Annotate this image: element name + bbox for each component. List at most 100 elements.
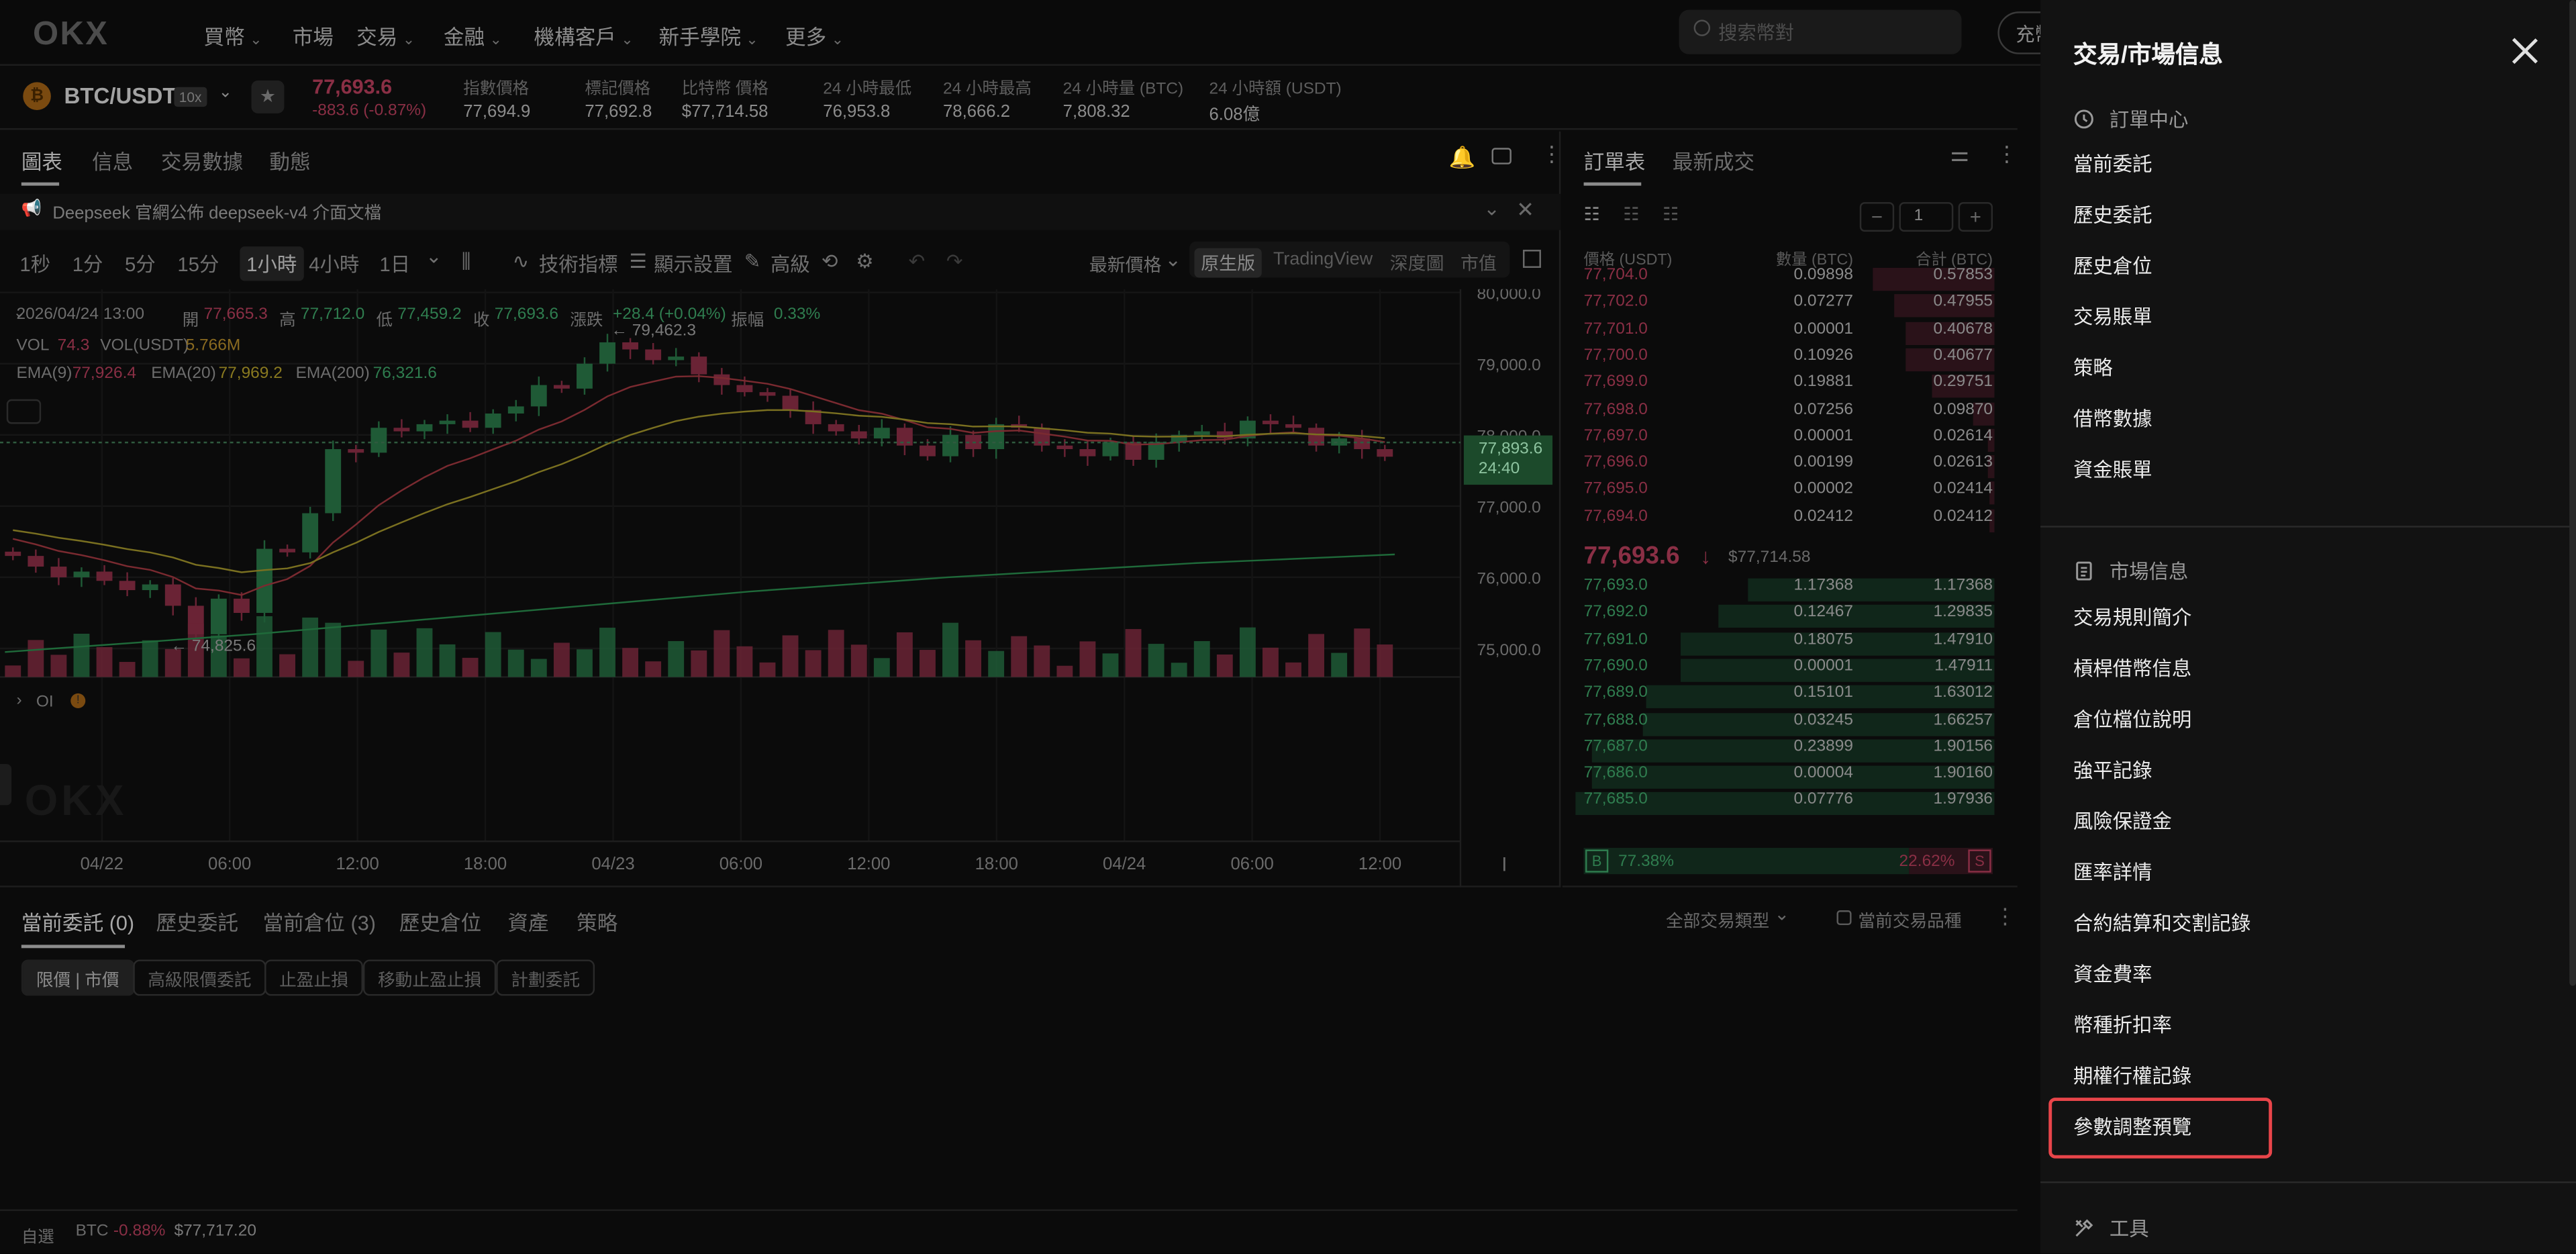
market-info-item-6[interactable]: 合約結算和交割記錄	[2073, 909, 2250, 937]
collapse-button[interactable]	[6, 399, 42, 424]
order-type-chip-0[interactable]: 限價 | 市價	[21, 959, 134, 996]
order-center-item-0[interactable]: 當前委託	[2073, 150, 2152, 178]
market-info-item-4[interactable]: 風險保證金	[2073, 807, 2172, 835]
chevron-down-icon[interactable]: ⌄	[426, 245, 442, 268]
book-row[interactable]: 77,686.0 0.00004 1.90160	[1563, 764, 2018, 791]
book-row[interactable]: 77,694.0 0.02412 0.02412	[1563, 508, 2018, 534]
chevron-down-icon[interactable]: ⌄	[1165, 248, 1181, 271]
order-center-item-3[interactable]: 交易賬單	[2073, 302, 2152, 330]
orders-tab-4[interactable]: 資產	[507, 906, 548, 937]
candle-type-icon[interactable]: ⫼	[462, 250, 471, 275]
market-info-item-1[interactable]: 槓桿借幣信息	[2073, 654, 2191, 682]
undo-icon[interactable]: ↶	[909, 250, 926, 273]
chart-tab-1[interactable]: 信息	[92, 144, 133, 176]
chart-tab-0[interactable]: 圖表	[21, 144, 62, 176]
book-layout-icon-1[interactable]: ☷	[1623, 204, 1639, 225]
book-row[interactable]: 77,704.0 0.09898 0.57853	[1563, 267, 2018, 293]
drawer-scrollbar[interactable]	[2569, 0, 2576, 986]
chart-tab-2[interactable]: 交易數據	[161, 144, 243, 176]
indicators-button[interactable]: 技術指標	[539, 250, 618, 278]
plus-button[interactable]: +	[1958, 202, 1993, 232]
settings-sliders-icon[interactable]: ⚌	[1950, 142, 1969, 168]
order-center-item-6[interactable]: 資金賬單	[2073, 455, 2152, 483]
order-type-chip-1[interactable]: 高級限價委託	[133, 959, 266, 996]
book-tab-1[interactable]: 最新成交	[1673, 144, 1754, 176]
interval-5[interactable]: 4小時	[309, 250, 359, 278]
current-only-checkbox[interactable]	[1836, 910, 1852, 926]
interval-2[interactable]: 5分	[125, 250, 156, 278]
fullscreen-icon[interactable]	[1523, 250, 1541, 268]
book-row[interactable]: 77,700.0 0.10926 0.40677	[1563, 346, 2018, 373]
status-symbol[interactable]: BTC	[76, 1222, 109, 1241]
interval-1[interactable]: 1分	[72, 250, 103, 278]
view-option-3[interactable]: 市值	[1460, 250, 1497, 276]
nav-item-2[interactable]: 交易 ⌄	[356, 19, 415, 51]
market-info-item-8[interactable]: 幣種折扣率	[2073, 1010, 2172, 1039]
book-row[interactable]: 77,689.0 0.15101 1.63012	[1563, 684, 2018, 711]
book-row[interactable]: 77,695.0 0.00002 0.02414	[1563, 481, 2018, 508]
market-info-item-9[interactable]: 期權行權記錄	[2073, 1061, 2191, 1090]
interval-4[interactable]: 1小時	[240, 246, 304, 281]
star-icon[interactable]: ★	[251, 80, 285, 113]
refresh-icon[interactable]: ⟲	[822, 250, 838, 273]
close-icon[interactable]	[2510, 36, 2540, 66]
more-vertical-icon[interactable]: ⋮	[1996, 142, 2018, 168]
nav-item-4[interactable]: 機構客戶 ⌄	[534, 19, 634, 51]
notice-bar[interactable]: 📢 Deepseek 官網公佈 deepseek-v4 介面文檔 ⌄ ✕	[0, 193, 1561, 230]
orders-tab-0[interactable]: 當前委託 (0)	[21, 906, 134, 937]
price-type-select[interactable]: 最新價格	[1089, 251, 1162, 277]
market-info-item-0[interactable]: 交易規則簡介	[2073, 603, 2191, 631]
orders-tab-1[interactable]: 歷史委託	[156, 906, 238, 937]
layout-icon[interactable]	[1491, 148, 1512, 164]
interval-6[interactable]: 1日	[379, 250, 410, 278]
nav-item-6[interactable]: 更多 ⌄	[785, 19, 844, 51]
close-notice-icon[interactable]: ✕	[1516, 197, 1534, 224]
interval-0[interactable]: 1秒	[19, 250, 50, 278]
view-option-2[interactable]: 深度圖	[1390, 250, 1444, 276]
book-row[interactable]: 77,688.0 0.03245 1.66257	[1563, 711, 2018, 738]
book-layout-icon-2[interactable]: ☷	[1663, 204, 1679, 225]
trade-type-filter[interactable]: 全部交易類型	[1666, 909, 1769, 934]
display-settings-button[interactable]: 顯示設置	[654, 250, 733, 278]
book-row[interactable]: 77,691.0 0.18075 1.47910	[1563, 630, 2018, 657]
interval-3[interactable]: 15分	[177, 250, 219, 278]
book-row[interactable]: 77,687.0 0.23899 1.90156	[1563, 738, 2018, 765]
orders-tab-2[interactable]: 當前倉位 (3)	[263, 906, 376, 937]
market-info-item-5[interactable]: 匯率詳情	[2073, 858, 2152, 886]
market-info-item-3[interactable]: 強平記錄	[2073, 756, 2152, 784]
more-vertical-icon[interactable]: ⋮	[1541, 142, 1563, 168]
okx-logo[interactable]: OKX	[33, 16, 109, 54]
more-vertical-icon[interactable]: ⋮	[1995, 904, 2016, 930]
gear-icon[interactable]: ⚙	[856, 250, 873, 273]
order-center-item-5[interactable]: 借幣數據	[2073, 404, 2152, 432]
order-type-chip-2[interactable]: 止盈止損	[264, 959, 363, 996]
book-row[interactable]: 77,690.0 0.00001 1.47911	[1563, 657, 2018, 684]
chevron-down-icon[interactable]: ⌄	[1775, 904, 1790, 925]
book-row[interactable]: 77,699.0 0.19881 0.29751	[1563, 373, 2018, 400]
favorites-label[interactable]: 自選	[21, 1222, 54, 1247]
oi-expand-icon[interactable]: ›	[16, 691, 21, 710]
book-tab-0[interactable]: 訂單表	[1584, 144, 1646, 176]
advanced-button[interactable]: 高級	[771, 250, 810, 278]
market-info-item-2[interactable]: 倉位檔位說明	[2073, 705, 2191, 733]
chevron-down-icon[interactable]: ⌄	[1483, 197, 1500, 220]
book-row[interactable]: 77,701.0 0.00001 0.40678	[1563, 320, 2018, 346]
order-type-chip-3[interactable]: 移動止盈止損	[362, 959, 497, 996]
market-info-item-7[interactable]: 資金費率	[2073, 959, 2152, 987]
search-input[interactable]: 搜索幣對	[1679, 9, 1962, 54]
order-center-item-4[interactable]: 策略	[2073, 353, 2113, 381]
alert-bell-icon[interactable]: 🔔	[1449, 144, 1476, 171]
minus-button[interactable]: −	[1859, 202, 1895, 232]
nav-item-0[interactable]: 買幣 ⌄	[204, 19, 262, 51]
pair-name[interactable]: BTC/USDT	[64, 84, 176, 109]
notice-text[interactable]: Deepseek 官網公佈 deepseek-v4 介面文檔	[52, 201, 381, 226]
redo-icon[interactable]: ↷	[946, 250, 963, 273]
view-option-0[interactable]: 原生版	[1194, 248, 1262, 278]
book-row[interactable]: 77,692.0 0.12467 1.29835	[1563, 604, 2018, 630]
orders-tab-3[interactable]: 歷史倉位	[399, 906, 481, 937]
step-select[interactable]: 1	[1899, 202, 1954, 232]
info-icon[interactable]: !	[70, 693, 86, 708]
nav-item-5[interactable]: 新手學院 ⌄	[659, 19, 758, 51]
book-row[interactable]: 77,697.0 0.00001 0.02614	[1563, 427, 2018, 454]
order-center-item-1[interactable]: 歷史委託	[2073, 201, 2152, 229]
